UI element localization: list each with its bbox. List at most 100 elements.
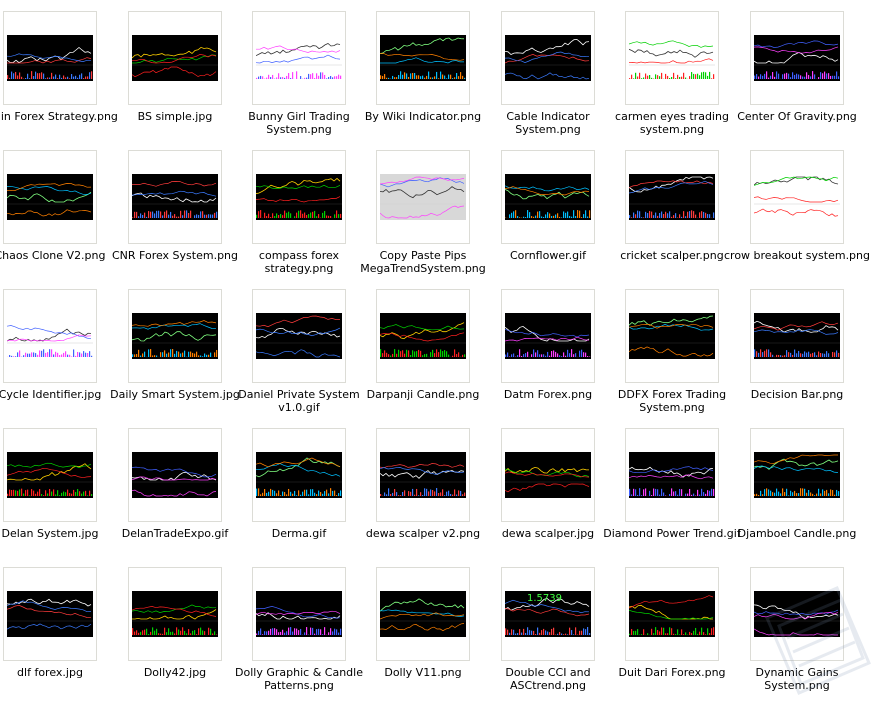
thumbnail-frame[interactable] [376,11,470,105]
file-item[interactable]: Dolly42.jpg [101,556,225,692]
chart-thumbnail-image [505,452,591,498]
thumbnail-frame[interactable] [376,289,470,383]
file-item[interactable]: dlf forex.jpg [0,556,100,692]
chart-thumbnail-image [380,35,466,81]
thumbnail-frame[interactable] [3,567,97,661]
file-item[interactable]: Dynamic Gains System.png [723,556,847,692]
file-item[interactable]: Cycle Identifier.jpg [0,278,101,414]
file-item[interactable]: BS simple.jpg [101,0,225,136]
thumbnail-frame[interactable] [625,11,719,105]
file-item[interactable]: Delan System.jpg [0,417,100,553]
file-name-label[interactable]: crow breakout system.png [723,249,871,262]
chart-thumbnail-image [132,591,218,637]
file-item[interactable]: cricket scalper.png [598,139,724,275]
file-thumbnail-grid: Brain Forex Strategy.pngBS simple.jpgBun… [0,0,877,703]
file-item[interactable]: Derma.gif [225,417,349,553]
file-item[interactable]: Cornflower.gif [474,139,598,275]
chart-thumbnail-image [7,313,93,359]
chart-thumbnail-image [380,174,466,220]
chart-thumbnail-image [629,174,715,220]
chart-thumbnail-image [132,174,218,220]
thumbnail-frame[interactable] [625,289,719,383]
file-item[interactable]: compass forex strategy.png [225,139,349,275]
file-item[interactable]: Bunny Girl Trading System.png [225,0,350,136]
thumbnail-frame[interactable] [252,428,346,522]
thumbnail-frame[interactable] [750,11,844,105]
file-item[interactable]: Djamboel Candle.png [723,417,856,553]
file-item[interactable]: Copy Paste Pips MegaTrendSystem.png [349,139,486,275]
thumbnail-frame[interactable] [625,150,719,244]
thumbnail-frame[interactable] [128,150,222,244]
file-item[interactable]: Decision Bar.png [723,278,847,414]
chart-thumbnail-image [7,174,93,220]
file-item[interactable]: By Wiki Indicator.png [349,0,481,136]
file-item[interactable]: dewa scalper v2.png [349,417,480,553]
thumbnail-frame[interactable] [625,428,719,522]
chart-thumbnail-image [629,452,715,498]
file-item[interactable]: Datm Forex.png [474,278,598,414]
file-item[interactable]: carmen eyes trading system.png [598,0,729,136]
file-item[interactable]: Brain Forex Strategy.png [0,0,118,136]
thumbnail-frame[interactable] [750,289,844,383]
thumbnail-frame[interactable] [252,150,346,244]
thumbnail-frame[interactable] [501,289,595,383]
chart-thumbnail-image [132,35,218,81]
thumbnail-frame[interactable] [501,428,595,522]
chart-thumbnail-image [380,313,466,359]
thumbnail-frame[interactable] [3,289,97,383]
file-name-label[interactable]: Djamboel Candle.png [723,527,871,540]
thumbnail-frame[interactable] [750,567,844,661]
file-item[interactable]: Chaos Clone V2.png [0,139,106,275]
thumbnail-overlay-text: 1.5739 [527,593,562,604]
file-name-label[interactable]: Center Of Gravity.png [723,110,871,123]
file-item[interactable]: Center Of Gravity.png [723,0,857,136]
thumbnail-frame[interactable] [501,150,595,244]
chart-thumbnail-image [754,174,840,220]
file-name-label[interactable]: Dynamic Gains System.png [723,666,871,692]
chart-thumbnail-image [754,591,840,637]
thumbnail-frame[interactable] [3,150,97,244]
file-item[interactable]: DDFX Forex Trading System.png [598,278,726,414]
thumbnail-frame[interactable] [252,567,346,661]
thumbnail-frame[interactable] [501,11,595,105]
file-item[interactable]: DelanTradeExpo.gif [101,417,228,553]
chart-thumbnail-image [256,591,342,637]
thumbnail-frame[interactable] [252,11,346,105]
file-item[interactable]: Duit Dari Forex.png [598,556,726,692]
chart-thumbnail-image [132,452,218,498]
file-name-label[interactable]: Decision Bar.png [723,388,871,401]
file-item[interactable]: Darpanji Candle.png [349,278,479,414]
thumbnail-frame[interactable] [750,150,844,244]
file-item[interactable]: CNR Forex System.png [101,139,238,275]
file-item[interactable]: dewa scalper.jpg [474,417,598,553]
thumbnail-frame[interactable] [3,11,97,105]
thumbnail-frame[interactable] [252,289,346,383]
chart-thumbnail-image [7,35,93,81]
file-item[interactable]: Daniel Private System v1.0.gif [225,278,360,414]
file-item[interactable]: Daily Smart System.jpg [101,278,240,414]
thumbnail-frame[interactable] [376,567,470,661]
chart-thumbnail-image [256,313,342,359]
chart-thumbnail-image [629,313,715,359]
thumbnail-frame[interactable] [3,428,97,522]
thumbnail-frame[interactable] [128,428,222,522]
thumbnail-frame[interactable] [128,289,222,383]
thumbnail-frame[interactable] [625,567,719,661]
chart-thumbnail-image [380,452,466,498]
thumbnail-frame[interactable] [750,428,844,522]
chart-thumbnail-image [505,313,591,359]
thumbnail-frame[interactable] [376,150,470,244]
chart-thumbnail-image [754,313,840,359]
file-item[interactable]: Diamond Power Trend.gif [598,417,741,553]
file-item[interactable]: crow breakout system.png [723,139,870,275]
thumbnail-frame[interactable]: 1.5739 [501,567,595,661]
file-item[interactable]: Dolly Graphic & Candle Patterns.png [225,556,363,692]
chart-thumbnail-image [256,35,342,81]
thumbnail-frame[interactable] [128,11,222,105]
chart-thumbnail-image [629,35,715,81]
thumbnail-frame[interactable] [376,428,470,522]
file-item[interactable]: Cable Indicator System.png [474,0,598,136]
file-item[interactable]: Dolly V11.png [349,556,473,692]
thumbnail-frame[interactable] [128,567,222,661]
file-item[interactable]: 1.5739 Double CCI and ASCtrend.png [474,556,598,692]
